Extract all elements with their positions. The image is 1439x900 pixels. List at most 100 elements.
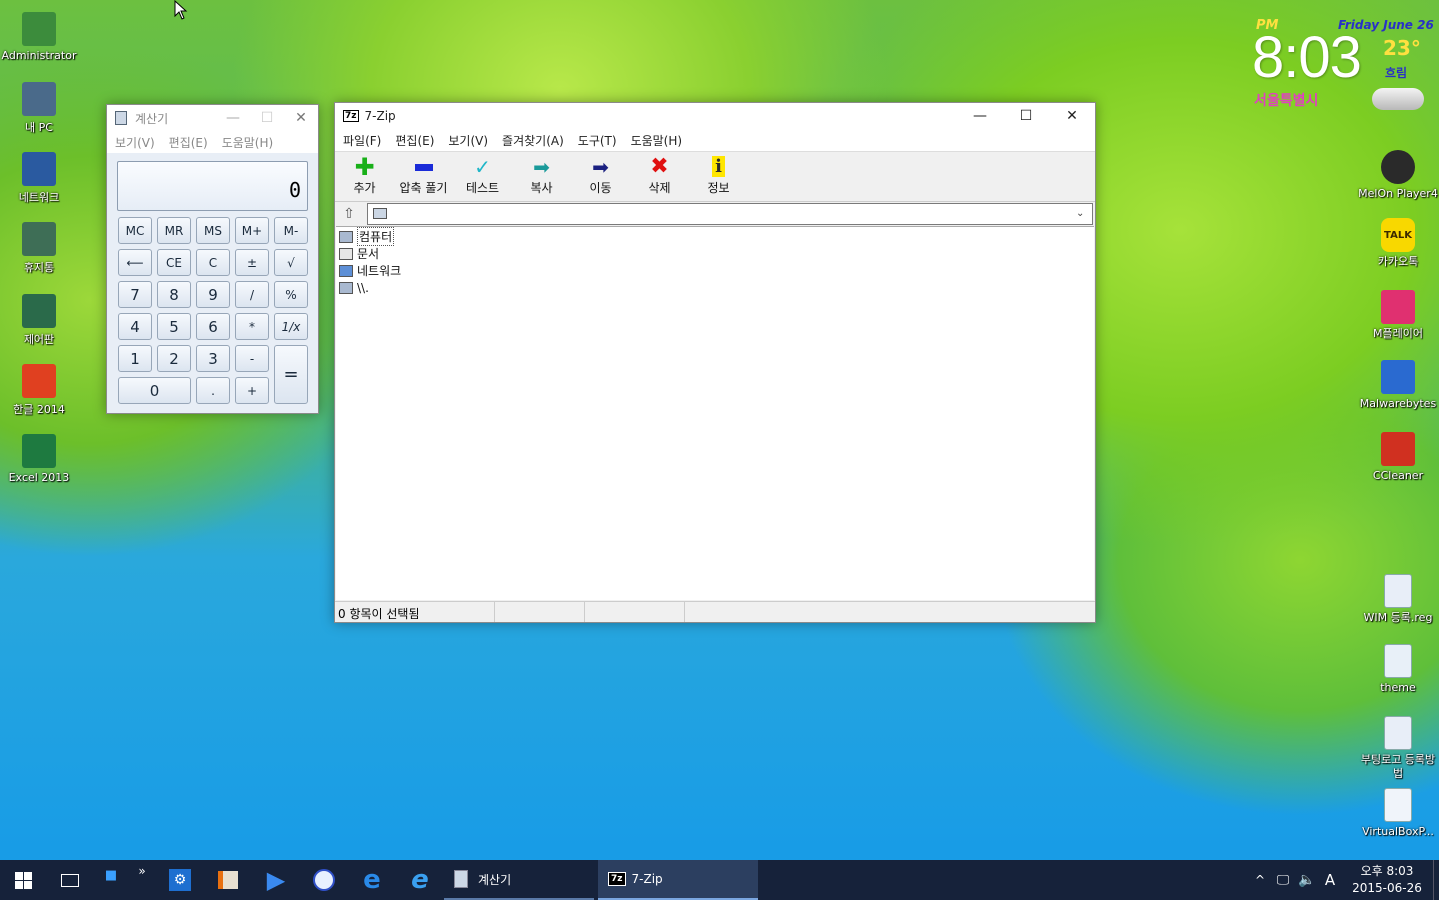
desktop-icon-4[interactable]: 제어판: [0, 294, 79, 347]
maximize-button[interactable]: ☐: [1003, 103, 1049, 129]
desktop-icon-1[interactable]: 내 PC: [0, 82, 79, 135]
list-item[interactable]: 네트워크: [336, 262, 1094, 279]
key-c[interactable]: C: [196, 249, 230, 276]
key-add[interactable]: +: [235, 377, 269, 404]
key-6[interactable]: 6: [196, 313, 230, 340]
desktop-icon-right-8[interactable]: VirtualBoxP...: [1358, 788, 1438, 839]
ime-indicator[interactable]: A: [1319, 860, 1341, 900]
edge-browser-icon[interactable]: e: [348, 860, 396, 900]
key-reciprocal[interactable]: 1/x: [274, 313, 308, 340]
settings-gear-icon[interactable]: ⚙: [156, 860, 204, 900]
desktop-icon-3[interactable]: 휴지통: [0, 222, 79, 275]
chevron-down-icon[interactable]: ⌄: [1076, 208, 1092, 219]
desktop-icon-right-3[interactable]: Malwarebytes: [1358, 360, 1438, 411]
menu-edit[interactable]: 편집(E): [162, 134, 215, 151]
key-divide[interactable]: /: [235, 281, 269, 308]
key-4[interactable]: 4: [118, 313, 152, 340]
list-item[interactable]: \\.: [336, 279, 1094, 296]
menu-edit[interactable]: 편집(E): [388, 132, 441, 149]
key-equals[interactable]: =: [274, 345, 308, 404]
key-0[interactable]: 0: [118, 377, 191, 404]
compass-browser-icon[interactable]: [300, 860, 348, 900]
zip-window[interactable]: 7z 7-Zip — ☐ ✕ 파일(F) 편집(E) 보기(V) 즐겨찾기(A)…: [334, 102, 1096, 623]
file-list[interactable]: 컴퓨터 문서 네트워크 \\.: [336, 226, 1094, 600]
desktop-icon-right-5[interactable]: WIM 등록.reg: [1358, 574, 1438, 625]
key-ms[interactable]: MS: [196, 217, 230, 244]
minimize-button[interactable]: —: [957, 103, 1003, 129]
key-backspace[interactable]: ⟵: [118, 249, 152, 276]
menu-file[interactable]: 파일(F): [336, 132, 388, 149]
desktop-icon-right-7[interactable]: 부팅로고 등록방법: [1358, 716, 1438, 781]
calculator-titlebar[interactable]: 계산기 — ☐ ✕: [107, 105, 318, 131]
desktop-icon-right-0[interactable]: MelOn Player4: [1358, 150, 1438, 201]
desktop-toolbar-icon[interactable]: ■: [94, 860, 128, 900]
show-desktop-button[interactable]: [1433, 860, 1439, 900]
malwarebytes-icon: [1381, 360, 1415, 394]
desktop-icon-label: 네트워크: [18, 191, 60, 204]
toolbar-test-button[interactable]: ✓ 테스트: [453, 155, 512, 201]
key-8[interactable]: 8: [157, 281, 191, 308]
key-ce[interactable]: CE: [157, 249, 191, 276]
tray-clock[interactable]: 오후 8:03 2015-06-26: [1341, 863, 1433, 897]
desktop-icon-right-6[interactable]: theme: [1358, 644, 1438, 695]
taskbar-app-calculator[interactable]: 계산기: [444, 860, 594, 900]
key-mc[interactable]: MC: [118, 217, 152, 244]
key-7[interactable]: 7: [118, 281, 152, 308]
desktop-icon-right-1[interactable]: TALK 카카오톡: [1358, 218, 1438, 269]
media-player-icon[interactable]: [204, 860, 252, 900]
key-percent[interactable]: %: [274, 281, 308, 308]
toolbar-add-button[interactable]: ✚ 추가: [335, 155, 394, 201]
network-tray-icon[interactable]: 🖵: [1271, 860, 1295, 900]
zip-titlebar[interactable]: 7z 7-Zip — ☐ ✕: [335, 103, 1095, 129]
taskbar-app-7zip[interactable]: 7z 7-Zip: [598, 860, 758, 900]
key-1[interactable]: 1: [118, 345, 152, 372]
address-combobox[interactable]: ⌄: [367, 202, 1093, 225]
mouse-cursor-icon: [174, 0, 188, 20]
toolbar-move-button[interactable]: ➡ 이동: [571, 155, 630, 201]
key-2[interactable]: 2: [157, 345, 191, 372]
chevron-overflow-icon[interactable]: »: [128, 860, 156, 900]
key-subtract[interactable]: -: [235, 345, 269, 372]
toolbar-copy-button[interactable]: ➡ 복사: [512, 155, 571, 201]
minimize-button[interactable]: —: [216, 105, 250, 131]
desktop-icon-right-2[interactable]: M플레이어: [1358, 290, 1438, 341]
desktop-icon-0[interactable]: Administrator: [0, 12, 79, 62]
key-m-minus[interactable]: M-: [274, 217, 308, 244]
menu-help[interactable]: 도움말(H): [215, 134, 281, 151]
toolbar-extract-button[interactable]: 압축 풀기: [394, 155, 453, 201]
key-mr[interactable]: MR: [157, 217, 191, 244]
ie-browser-icon[interactable]: e: [396, 860, 444, 900]
key-multiply[interactable]: *: [235, 313, 269, 340]
start-windows-icon[interactable]: [0, 860, 46, 900]
key-decimal[interactable]: .: [196, 377, 230, 404]
key-m-plus[interactable]: M+: [235, 217, 269, 244]
key-sqrt[interactable]: √: [274, 249, 308, 276]
key-3[interactable]: 3: [196, 345, 230, 372]
menu-view[interactable]: 보기(V): [441, 132, 495, 149]
desktop-icon-5[interactable]: 한글 2014: [0, 364, 79, 417]
player-play-icon[interactable]: ▶: [252, 860, 300, 900]
key-9[interactable]: 9: [196, 281, 230, 308]
chevron-up-icon[interactable]: ^: [1249, 860, 1271, 900]
desktop-icon-2[interactable]: 네트워크: [0, 152, 79, 205]
menu-view[interactable]: 보기(V): [108, 134, 162, 151]
task-view-icon[interactable]: [46, 860, 94, 900]
toolbar-delete-button[interactable]: ✖ 삭제: [630, 155, 689, 201]
key-plus-minus[interactable]: ±: [235, 249, 269, 276]
key-5[interactable]: 5: [157, 313, 191, 340]
maximize-button[interactable]: ☐: [250, 105, 284, 131]
menu-tools[interactable]: 도구(T): [571, 132, 624, 149]
list-item[interactable]: 컴퓨터: [336, 227, 1094, 246]
desktop-icon-6[interactable]: Excel 2013: [0, 434, 79, 484]
desktop-icon-right-4[interactable]: CCleaner: [1358, 432, 1438, 483]
clock-weather: 흐림: [1385, 66, 1408, 80]
menu-help[interactable]: 도움말(H): [624, 132, 690, 149]
toolbar-info-button[interactable]: i 정보: [689, 155, 748, 201]
volume-tray-icon[interactable]: 🔈: [1295, 860, 1319, 900]
list-item[interactable]: 문서: [336, 245, 1094, 262]
close-button[interactable]: ✕: [284, 105, 318, 131]
menu-favorites[interactable]: 즐겨찾기(A): [495, 132, 571, 149]
close-button[interactable]: ✕: [1049, 103, 1095, 129]
folder-up-icon[interactable]: ⇧: [337, 203, 361, 225]
calculator-window[interactable]: 계산기 — ☐ ✕ 보기(V) 편집(E) 도움말(H) 0 MC MR MS …: [106, 104, 319, 414]
